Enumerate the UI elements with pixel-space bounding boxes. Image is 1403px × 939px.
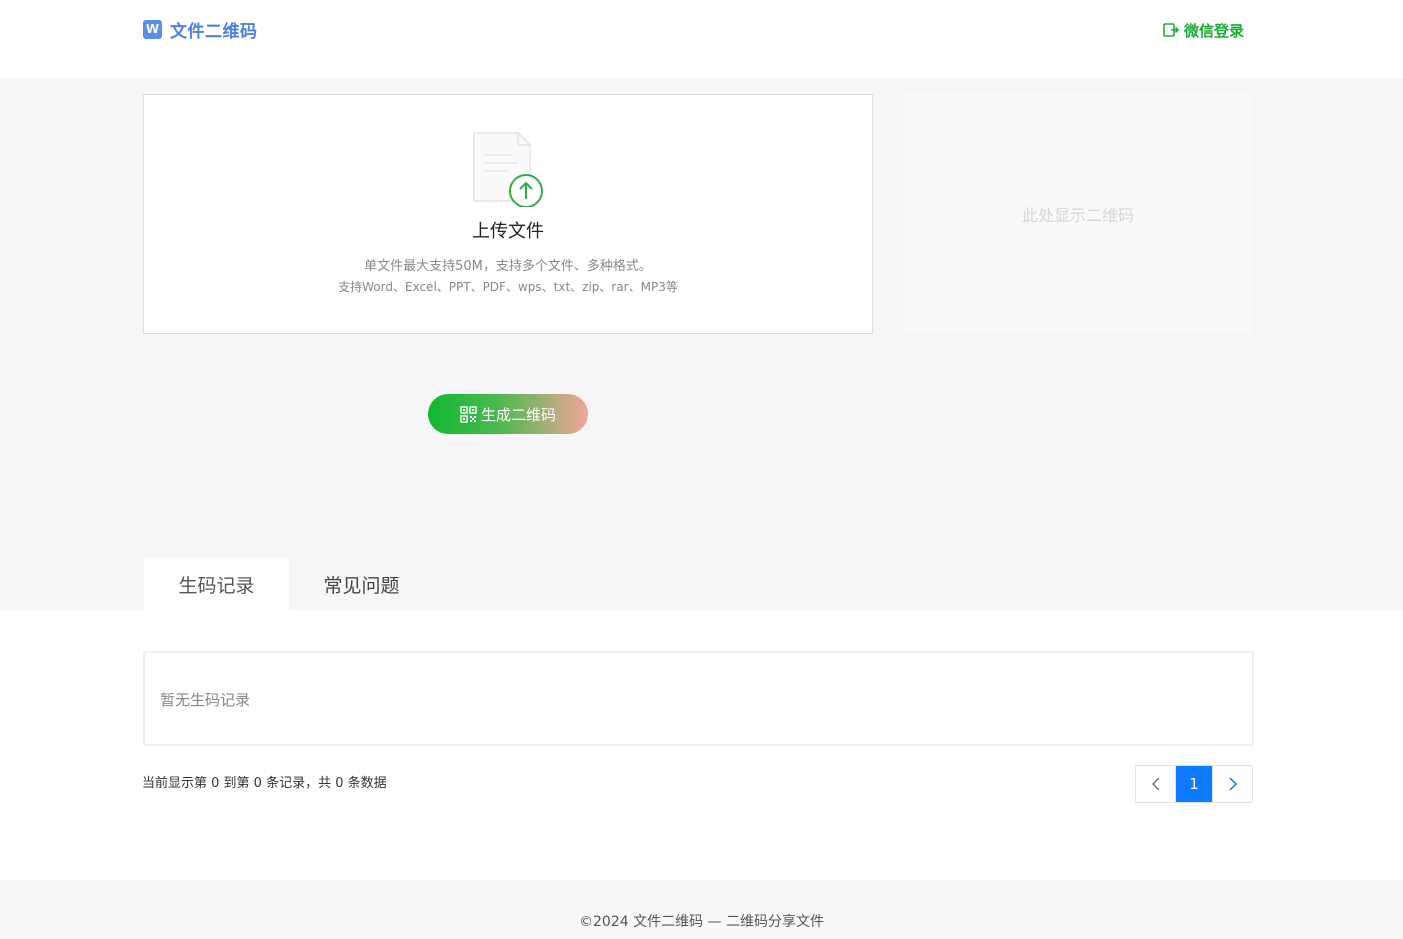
records-table: 暂无生码记录 bbox=[143, 651, 1254, 746]
generate-qr-button[interactable]: 生成二维码 bbox=[428, 394, 588, 434]
footer-copyright: ©2024 文件二维码 — 二维码分享文件 bbox=[579, 913, 824, 930]
file-upload-icon bbox=[473, 132, 543, 207]
login-icon bbox=[1163, 23, 1179, 37]
logo-text: 文件二维码 bbox=[170, 21, 258, 42]
upload-dropzone[interactable]: 上传文件 单文件最大支持50M，支持多个文件、多种格式。 支持Word、Exce… bbox=[143, 94, 873, 334]
prev-page-button[interactable] bbox=[1136, 766, 1176, 802]
next-page-button[interactable] bbox=[1212, 766, 1252, 802]
upload-format-hint: 支持Word、Excel、PPT、PDF、wps、txt、zip、rar、MP3… bbox=[338, 280, 678, 294]
tab-faq[interactable]: 常见问题 bbox=[289, 557, 434, 611]
generate-qr-label: 生成二维码 bbox=[480, 405, 556, 424]
chevron-left-icon bbox=[1151, 777, 1160, 791]
tab-faq-label: 常见问题 bbox=[323, 574, 400, 597]
tab-records[interactable]: 生码记录 bbox=[144, 557, 289, 611]
tab-records-label: 生码记录 bbox=[178, 574, 255, 597]
pagination: 1 bbox=[1135, 765, 1253, 803]
footer: ©2024 文件二维码 — 二维码分享文件 bbox=[0, 880, 1403, 939]
wechat-login-button[interactable]: 微信登录 bbox=[1163, 20, 1244, 40]
qr-preview-area: 此处显示二维码 bbox=[903, 94, 1253, 334]
records-summary: 当前显示第 0 到第 0 条记录，共 0 条数据 bbox=[142, 776, 387, 791]
upload-size-hint: 单文件最大支持50M，支持多个文件、多种格式。 bbox=[364, 259, 652, 274]
login-label: 微信登录 bbox=[1184, 21, 1245, 40]
qr-placeholder-text: 此处显示二维码 bbox=[1021, 206, 1134, 225]
chevron-right-icon bbox=[1228, 777, 1237, 791]
records-empty-text: 暂无生码记录 bbox=[160, 691, 251, 709]
qrcode-icon bbox=[460, 405, 477, 423]
header: W 文件二维码 微信登录 bbox=[0, 0, 1403, 78]
logo[interactable]: W 文件二维码 bbox=[143, 18, 258, 42]
page-button-current[interactable]: 1 bbox=[1176, 766, 1212, 802]
upload-title: 上传文件 bbox=[472, 221, 544, 242]
logo-icon: W bbox=[143, 19, 162, 39]
